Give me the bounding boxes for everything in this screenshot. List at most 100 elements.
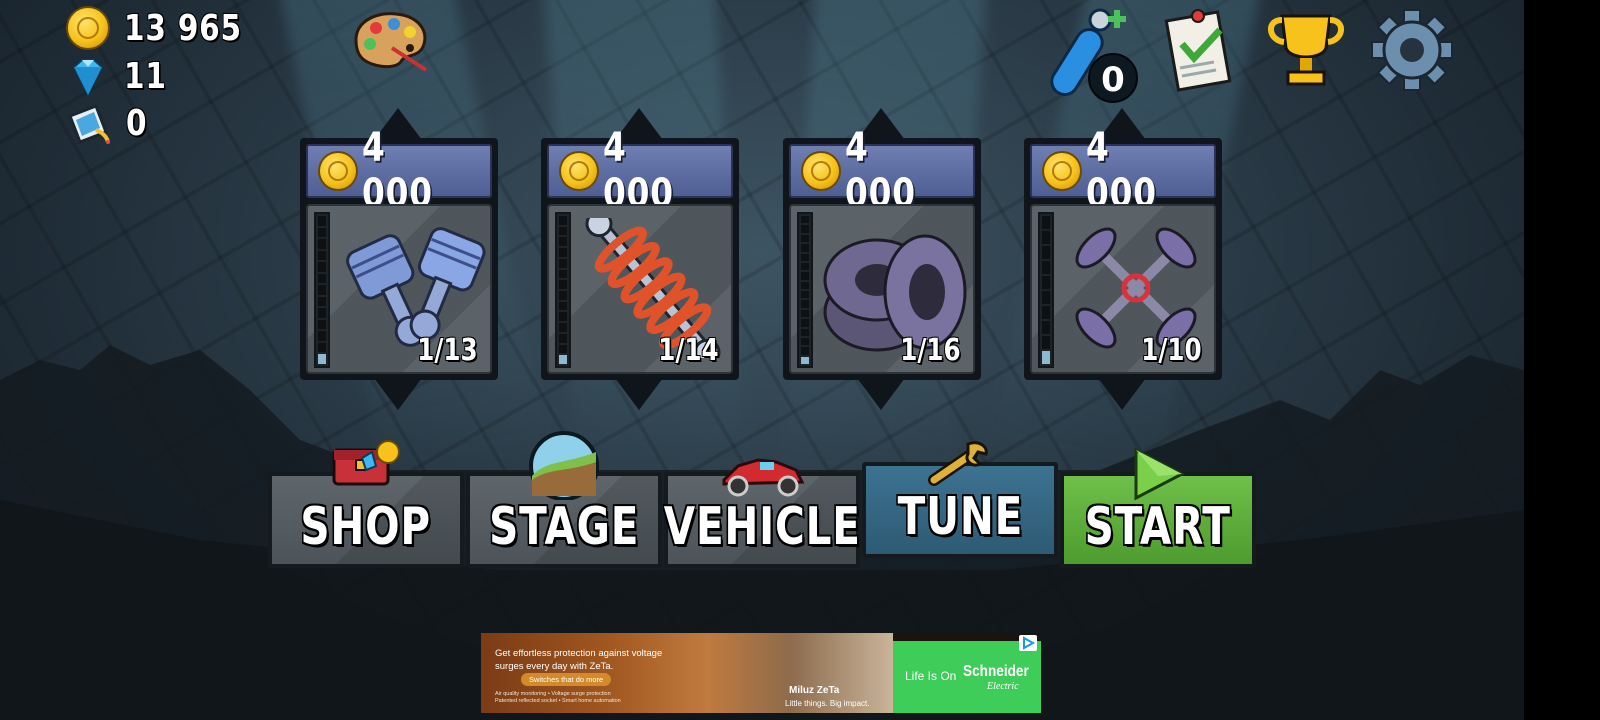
- level-segment: [559, 301, 567, 311]
- coin-icon: [1042, 151, 1082, 191]
- arrow-down-icon: [857, 378, 905, 410]
- arrow-down-icon: [1098, 378, 1146, 410]
- level-segment: [318, 273, 326, 284]
- upgrade-level: 1/16: [900, 333, 961, 368]
- level-segment: [318, 342, 326, 353]
- ad-tagline: Little things. Big impact.: [785, 699, 870, 708]
- gear-icon[interactable]: [1370, 8, 1454, 92]
- upgrade-price: 4 000: [789, 125, 975, 217]
- paint-count: 0: [126, 102, 148, 144]
- ad-slogan: Life Is On: [905, 669, 957, 683]
- level-segment: [318, 296, 326, 307]
- level-segment: [559, 344, 567, 354]
- level-segment: [318, 250, 326, 261]
- vehicle-jeep-icon: [722, 458, 805, 497]
- ad-banner[interactable]: Get effortless protection against voltag…: [481, 633, 1041, 713]
- upgrade-card-suspension[interactable]: 4 000 1/14: [541, 108, 739, 410]
- level-segment: [559, 355, 567, 364]
- gem-icon: [72, 58, 104, 97]
- level-meter: [314, 212, 330, 368]
- level-segment: [801, 356, 809, 364]
- level-segment: [559, 237, 567, 247]
- coin-icon: [559, 151, 599, 191]
- level-segment: [801, 309, 809, 318]
- level-segment: [801, 328, 809, 336]
- level-segment: [1042, 246, 1050, 259]
- level-segment: [801, 225, 809, 233]
- level-segment: [1042, 336, 1050, 349]
- upgrade-card-4wd[interactable]: 4 000 1/10: [1024, 108, 1222, 410]
- level-segment: [801, 300, 809, 308]
- level-segment: [318, 285, 326, 295]
- ad-product-name: Miluz ZeTa: [789, 685, 840, 696]
- upgrade-level: 1/10: [1141, 333, 1202, 368]
- level-segment: [318, 216, 326, 226]
- upgrade-card-tires[interactable]: 4 000 1/16: [783, 108, 981, 410]
- upgrade-card-engine[interactable]: 4 000 1/13: [300, 108, 498, 410]
- ad-brand: Schneider: [963, 663, 1029, 680]
- level-segment: [318, 262, 326, 272]
- upgrade-body: 1/16: [789, 204, 975, 374]
- boost-count: 0: [1088, 53, 1138, 103]
- gem-count: 11: [124, 56, 167, 97]
- level-segment: [559, 215, 567, 225]
- upgrade-price: 4 000: [1030, 125, 1216, 217]
- level-segment: [1042, 276, 1050, 289]
- level-segment: [318, 319, 326, 330]
- level-segment: [318, 308, 326, 318]
- level-meter: [1038, 212, 1054, 368]
- stage-globe-icon: [529, 431, 599, 500]
- level-segment: [801, 244, 809, 252]
- level-segment: [1042, 231, 1050, 244]
- level-segment: [318, 239, 326, 249]
- trophy-icon[interactable]: [1262, 10, 1350, 90]
- paint-bucket-icon: [68, 104, 110, 144]
- level-segment: [318, 227, 326, 238]
- level-segment: [801, 253, 809, 261]
- palette-icon[interactable]: [348, 8, 432, 72]
- level-segment: [801, 347, 809, 355]
- coin-count: 13 965: [124, 7, 242, 49]
- level-segment: [559, 333, 567, 343]
- ad-choices-icon[interactable]: [1019, 635, 1037, 651]
- upgrade-body: 1/13: [306, 204, 492, 374]
- missions-clipboard-icon[interactable]: [1162, 8, 1238, 94]
- paint-balance: 0: [66, 102, 152, 144]
- level-segment: [801, 291, 809, 299]
- level-segment: [559, 290, 567, 300]
- coin-balance: 13 965: [66, 6, 268, 50]
- level-segment: [801, 319, 809, 327]
- level-segment: [801, 337, 809, 346]
- system-nav-bar: [1524, 0, 1600, 720]
- ad-cta-pill: Switches that do more: [521, 673, 612, 686]
- upgrade-price: 4 000: [306, 125, 492, 217]
- upgrade-body: 1/14: [547, 204, 733, 374]
- ad-headline: Get effortless protection against voltag…: [495, 648, 663, 672]
- level-segment: [801, 272, 809, 280]
- level-meter: [797, 212, 813, 368]
- upgrade-body: 1/10: [1030, 204, 1216, 374]
- shop-chest-icon: [332, 440, 400, 486]
- coin-icon: [318, 151, 358, 191]
- game-screen: 13 965 11 0 0 4 000 1/13 4 000 1/14 4 00…: [0, 0, 1524, 720]
- level-segment: [1042, 306, 1050, 319]
- coin-icon: [66, 6, 110, 50]
- level-segment: [801, 262, 809, 271]
- level-segment: [559, 280, 567, 289]
- coin-icon: [801, 151, 841, 191]
- level-segment: [801, 216, 809, 224]
- level-segment: [318, 354, 326, 364]
- level-segment: [559, 269, 567, 279]
- level-segment: [801, 234, 809, 243]
- level-segment: [559, 226, 567, 236]
- ad-fineprint: Air quality monitoring • Voltage surge p…: [495, 691, 621, 704]
- level-segment: [1042, 321, 1050, 334]
- level-segment: [318, 331, 326, 341]
- gem-balance: 11: [66, 56, 176, 97]
- level-segment: [1042, 291, 1050, 304]
- level-segment: [801, 281, 809, 289]
- level-segment: [559, 258, 567, 268]
- level-meter: [555, 212, 571, 368]
- level-segment: [1042, 351, 1050, 364]
- level-segment: [1042, 216, 1050, 229]
